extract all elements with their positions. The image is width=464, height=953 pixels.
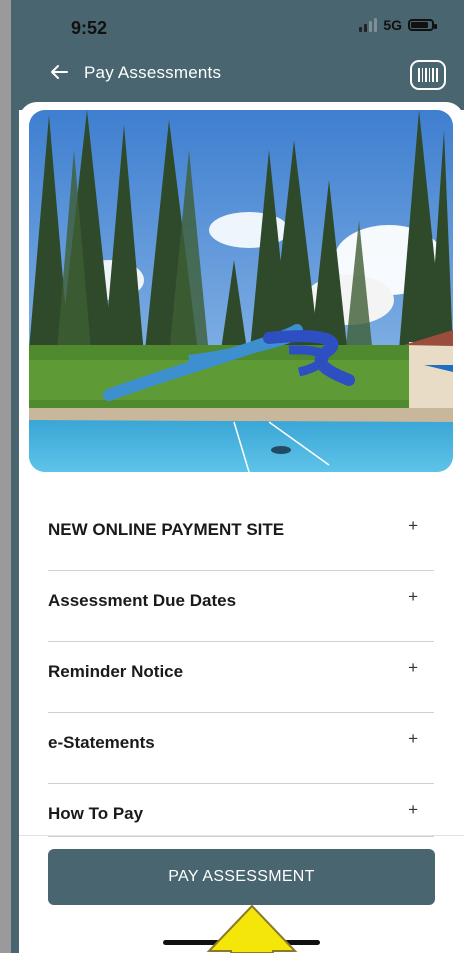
nav-bar: Pay Assessments bbox=[46, 60, 221, 86]
accordion-item-new-online-payment-site[interactable]: NEW ONLINE PAYMENT SITE + bbox=[48, 500, 434, 571]
hero-image bbox=[29, 110, 453, 472]
page-title: Pay Assessments bbox=[84, 63, 222, 82]
status-time: 9:52 bbox=[71, 18, 108, 38]
accordion-label: NEW ONLINE PAYMENT SITE bbox=[48, 520, 285, 539]
accordion-label: Reminder Notice bbox=[48, 662, 184, 681]
back-arrow-icon[interactable] bbox=[46, 60, 72, 86]
expand-plus-icon[interactable]: + bbox=[408, 729, 418, 749]
accordion-item-how-to-pay[interactable]: How To Pay + bbox=[48, 784, 434, 837]
expand-plus-icon[interactable]: + bbox=[408, 800, 418, 820]
left-edge-shade bbox=[11, 0, 19, 953]
app-header: 9:52 5G Pay Assessments bbox=[11, 0, 464, 110]
status-icons: 5G bbox=[359, 17, 437, 33]
left-edge bbox=[0, 0, 11, 953]
accordion-item-e-statements[interactable]: e-Statements + bbox=[48, 713, 434, 784]
annotation-arrow-icon bbox=[206, 904, 298, 953]
barcode-scan-icon[interactable] bbox=[410, 60, 446, 90]
battery-icon bbox=[408, 19, 437, 31]
expand-plus-icon[interactable]: + bbox=[408, 587, 418, 607]
bottom-divider bbox=[19, 835, 464, 836]
accordion-item-reminder-notice[interactable]: Reminder Notice + bbox=[48, 642, 434, 713]
expand-plus-icon[interactable]: + bbox=[408, 516, 418, 536]
content-card: NEW ONLINE PAYMENT SITE + Assessment Due… bbox=[19, 102, 464, 953]
faq-accordion: NEW ONLINE PAYMENT SITE + Assessment Due… bbox=[48, 500, 434, 837]
network-label: 5G bbox=[383, 17, 402, 33]
pay-assessment-button[interactable]: PAY ASSESSMENT bbox=[48, 849, 435, 905]
accordion-label: e-Statements bbox=[48, 733, 155, 752]
accordion-label: Assessment Due Dates bbox=[48, 591, 237, 610]
expand-plus-icon[interactable]: + bbox=[408, 658, 418, 678]
accordion-label: How To Pay bbox=[48, 804, 144, 823]
signal-icon bbox=[359, 18, 378, 32]
accordion-item-assessment-due-dates[interactable]: Assessment Due Dates + bbox=[48, 571, 434, 642]
